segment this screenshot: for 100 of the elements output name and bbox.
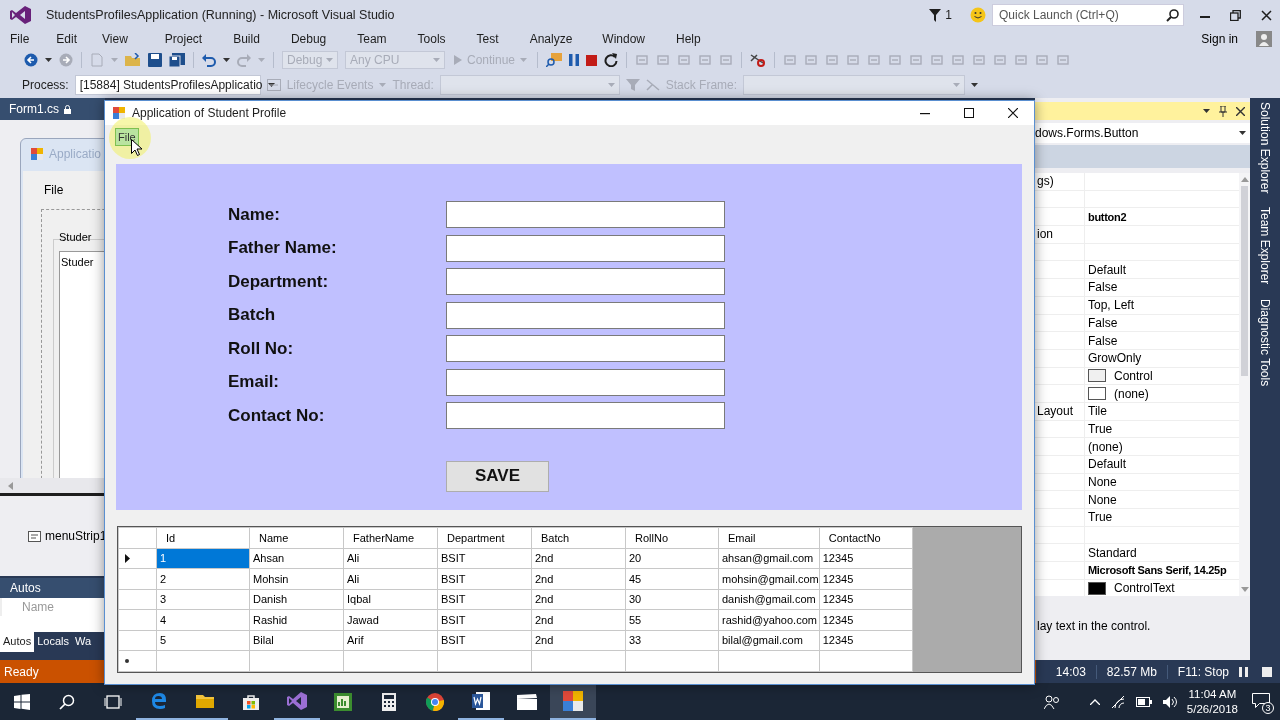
stop-icon[interactable] [586, 54, 598, 66]
maximize-icon[interactable] [964, 108, 974, 118]
menu-item[interactable]: File [10, 32, 39, 46]
table-cell[interactable]: 12345 [819, 548, 913, 569]
table-cell[interactable]: ahsan@gmail.com [718, 548, 820, 569]
text-field[interactable] [446, 335, 725, 363]
undo-icon[interactable] [202, 53, 216, 67]
visual-studio-icon[interactable] [287, 690, 307, 711]
clapperboard-icon[interactable] [517, 693, 537, 710]
side-tab[interactable]: Team Explorer [1258, 207, 1272, 285]
table-cell[interactable]: Ali [343, 568, 438, 589]
table-cell[interactable]: 12345 [819, 609, 913, 630]
table-cell[interactable]: Iqbal [343, 589, 438, 610]
scroll-up-icon[interactable] [1240, 177, 1249, 182]
table-cell[interactable]: 12345 [819, 630, 913, 651]
menu-item[interactable]: File [115, 128, 139, 146]
quick-launch-field[interactable]: Quick Launch (Ctrl+Q) [992, 4, 1184, 26]
menu-item[interactable]: Window [602, 32, 654, 46]
table-cell[interactable]: 4 [156, 609, 250, 630]
table-cell[interactable]: Jawad [343, 609, 438, 630]
close-icon[interactable] [1236, 106, 1245, 116]
table-cell[interactable]: 12345 [819, 589, 913, 610]
task-view-icon[interactable] [104, 694, 122, 709]
table-cell[interactable]: 20 [625, 548, 719, 569]
side-tab[interactable]: Solution Explorer [1258, 102, 1272, 194]
column-header[interactable]: Email [718, 527, 820, 548]
table-cell[interactable]: 2nd [531, 630, 626, 651]
chevron-up-icon[interactable] [1089, 698, 1100, 705]
form-app-icon[interactable] [563, 690, 583, 711]
table-cell[interactable]: Danish [249, 589, 344, 610]
find-icon[interactable] [546, 53, 563, 67]
column-header[interactable]: Department [437, 527, 532, 548]
battery-icon[interactable] [1135, 696, 1152, 707]
scroll-thumb[interactable] [1241, 186, 1248, 376]
table-cell[interactable]: Rashid [249, 609, 344, 630]
breakpoint-icon[interactable] [750, 53, 767, 67]
table-cell[interactable]: Arif [343, 630, 438, 651]
chart-app-icon[interactable] [334, 692, 352, 711]
restore-icon[interactable] [1230, 9, 1241, 21]
word-icon[interactable] [472, 691, 490, 710]
table-cell[interactable]: Mohsin [249, 568, 344, 589]
volume-icon[interactable] [1162, 694, 1177, 709]
store-icon[interactable] [243, 693, 259, 710]
table-cell[interactable]: BSIT [437, 589, 532, 610]
table-cell[interactable]: BSIT [437, 548, 532, 569]
table-cell[interactable]: 2nd [531, 548, 626, 569]
menu-item[interactable]: Team [357, 32, 396, 46]
network-icon[interactable] [1110, 694, 1125, 709]
table-cell[interactable]: 5 [156, 630, 250, 651]
account-icon[interactable] [1256, 31, 1272, 47]
column-header[interactable]: RollNo [625, 527, 719, 548]
column-header[interactable]: Batch [531, 527, 626, 548]
table-cell[interactable]: 2nd [531, 568, 626, 589]
table-cell[interactable]: bilal@gmail.com [718, 630, 820, 651]
table-cell[interactable]: 55 [625, 609, 719, 630]
menu-item[interactable]: Analyze [529, 32, 582, 46]
people-icon[interactable] [1043, 694, 1060, 709]
browser-e-icon[interactable] [150, 691, 168, 710]
text-field[interactable] [446, 201, 725, 229]
menu-item[interactable]: Help [676, 32, 710, 46]
panel-tab[interactable]: Wa [71, 632, 95, 652]
close-icon[interactable] [1008, 108, 1018, 118]
filter-icon[interactable] [929, 8, 942, 22]
menu-item[interactable]: Edit [56, 32, 87, 46]
table-cell[interactable]: 30 [625, 589, 719, 610]
panel-tab[interactable]: Locals [34, 632, 72, 652]
column-header[interactable]: ContactNo [819, 527, 913, 548]
column-header[interactable]: Name [249, 527, 344, 548]
table-cell[interactable]: 3 [156, 589, 250, 610]
pin-icon[interactable] [1219, 105, 1227, 117]
save-all-icon[interactable] [169, 53, 185, 67]
text-field[interactable] [446, 268, 725, 296]
text-field[interactable] [446, 402, 725, 430]
table-cell[interactable]: danish@gmail.com [718, 589, 820, 610]
table-cell[interactable]: rashid@yahoo.com [718, 609, 820, 630]
table-cell[interactable]: BSIT [437, 609, 532, 630]
table-cell[interactable]: 12345 [819, 568, 913, 589]
table-cell[interactable]: 2nd [531, 609, 626, 630]
menu-item[interactable]: Build [233, 32, 269, 46]
save-button[interactable]: SAVE [446, 460, 549, 492]
menu-item[interactable]: Project [164, 32, 212, 46]
menu-item[interactable]: Tools [417, 32, 455, 46]
table-cell[interactable]: 45 [625, 568, 719, 589]
text-field[interactable] [446, 368, 725, 396]
table-cell[interactable]: Bilal [249, 630, 344, 651]
calculator-icon[interactable] [382, 692, 396, 711]
back-icon[interactable] [24, 53, 38, 67]
table-cell[interactable]: mohsin@gmail.com [718, 568, 820, 589]
component-label[interactable]: menuStrip1 [45, 529, 105, 543]
clock[interactable]: 11:04 AM 5/26/2018 [1186, 686, 1238, 717]
column-header[interactable]: Id [156, 527, 250, 548]
scroll-down-icon[interactable] [1240, 587, 1249, 592]
pause-icon[interactable] [569, 54, 580, 66]
start-icon[interactable] [14, 693, 30, 710]
pause-icon[interactable] [1239, 666, 1248, 677]
table-cell[interactable]: 2nd [531, 589, 626, 610]
open-folder-icon[interactable] [125, 53, 141, 67]
folder-icon[interactable] [196, 693, 214, 708]
chrome-icon[interactable] [426, 692, 444, 711]
close-icon[interactable] [1261, 9, 1272, 21]
